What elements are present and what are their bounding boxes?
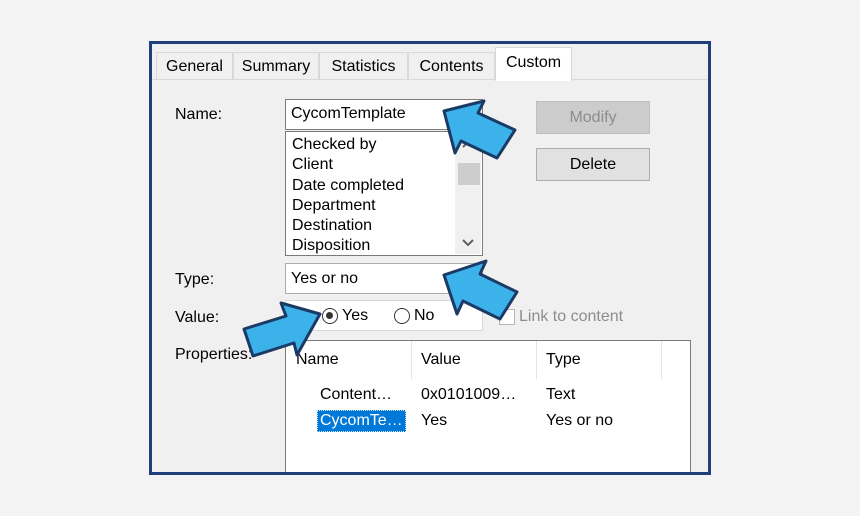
no-radio-label[interactable]: No [414, 307, 434, 325]
name-suggestion-list[interactable]: Checked by Client Date completed Departm… [285, 131, 483, 256]
tab-general[interactable]: General [156, 52, 233, 80]
value-radio-group: Yes No [285, 300, 483, 331]
link-to-content-label[interactable]: Link to content [519, 308, 623, 326]
link-to-content-checkbox[interactable] [499, 309, 515, 325]
row-name-cell[interactable]: Content… [320, 386, 392, 404]
list-item[interactable]: Disposition [292, 237, 370, 255]
list-item[interactable]: Department [292, 197, 376, 215]
row-name-cell-selected[interactable]: CycomTe… [317, 410, 406, 432]
scrollbar-thumb[interactable] [458, 163, 480, 185]
column-header-type[interactable]: Type [546, 341, 581, 379]
no-radio[interactable] [394, 308, 410, 324]
chevron-down-icon[interactable] [461, 238, 475, 248]
tab-custom[interactable]: Custom [495, 47, 572, 81]
column-divider[interactable] [411, 341, 412, 379]
type-dropdown[interactable]: Yes or no [285, 263, 483, 294]
properties-label: Properties: [175, 346, 253, 363]
delete-button[interactable]: Delete [536, 148, 650, 181]
list-item[interactable]: Date completed [292, 177, 404, 195]
list-item[interactable]: Destination [292, 217, 372, 235]
yes-radio[interactable] [322, 308, 338, 324]
row-value-cell[interactable]: 0x0101009… [421, 386, 516, 404]
properties-table[interactable]: Name Value Type Content… 0x0101009… Text… [285, 340, 691, 472]
row-type-cell[interactable]: Yes or no [546, 412, 613, 430]
type-dropdown-value: Yes or no [291, 270, 359, 287]
chevron-up-icon[interactable] [461, 139, 475, 149]
column-header-value[interactable]: Value [421, 341, 461, 379]
tab-statistics[interactable]: Statistics [319, 52, 408, 80]
list-item[interactable]: Client [292, 156, 333, 174]
name-combobox[interactable]: CycomTemplate [285, 99, 483, 130]
tab-strip: General Summary Statistics Contents Cust… [152, 44, 708, 81]
tab-divider [152, 79, 708, 80]
type-label: Type: [175, 271, 215, 288]
value-label: Value: [175, 309, 220, 326]
list-item[interactable]: Checked by [292, 136, 377, 154]
name-input-value[interactable]: CycomTemplate [291, 105, 406, 123]
document-properties-dialog: General Summary Statistics Contents Cust… [149, 41, 711, 475]
yes-radio-label[interactable]: Yes [342, 307, 368, 325]
row-type-cell[interactable]: Text [546, 386, 575, 404]
row-value-cell[interactable]: Yes [421, 412, 447, 430]
name-label: Name: [175, 106, 223, 123]
tab-contents[interactable]: Contents [408, 52, 495, 80]
modify-button[interactable]: Modify [536, 101, 650, 134]
column-divider[interactable] [661, 341, 662, 379]
tab-summary[interactable]: Summary [233, 52, 319, 80]
column-divider[interactable] [536, 341, 537, 379]
list-scrollbar[interactable] [455, 133, 481, 254]
column-header-name[interactable]: Name [296, 341, 339, 379]
